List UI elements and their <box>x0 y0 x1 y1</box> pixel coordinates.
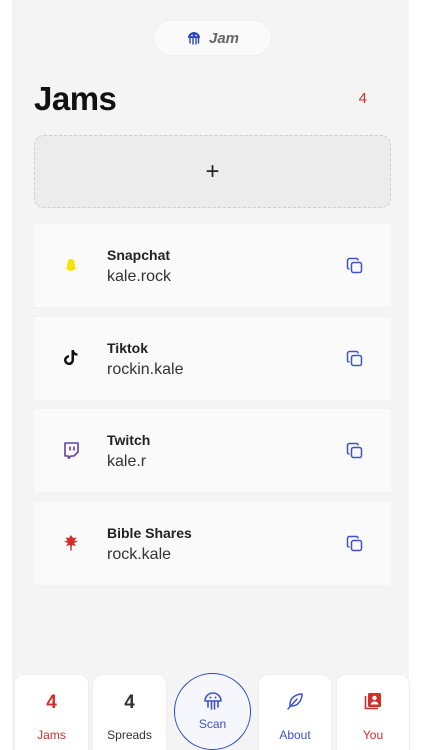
scan-label: Scan <box>198 717 227 731</box>
jam-name: Twitch <box>107 432 151 448</box>
app-badge[interactable]: Jam <box>153 20 272 56</box>
bottom-nav: 4 Jams 4 Spreads About You Scan <box>0 672 422 750</box>
nav-you-label: You <box>362 728 384 742</box>
bible-shares-icon <box>60 532 82 554</box>
feather-icon <box>287 693 303 710</box>
snapchat-icon <box>60 254 82 276</box>
contact-book-icon <box>364 693 381 710</box>
jam-list: Snapchat kale.rock Tiktok rockin.kale Tw… <box>34 224 391 594</box>
copy-icon[interactable] <box>346 350 364 368</box>
nav-spreads-label: Spreads <box>107 728 152 742</box>
nav-spreads[interactable]: 4 Spreads <box>92 674 167 750</box>
nav-you[interactable]: You <box>336 674 410 750</box>
twitch-icon <box>60 439 82 461</box>
nav-about[interactable]: About <box>258 674 332 750</box>
jam-item-bible-shares[interactable]: Bible Shares rock.kale <box>34 501 391 585</box>
jam-handle: rockin.kale <box>107 360 184 378</box>
copy-icon[interactable] <box>346 442 364 460</box>
app-screen: Jam Jams 4 + Snapchat kale.rock Tiktok r… <box>12 0 409 750</box>
app-badge-label: Jam <box>208 29 240 47</box>
jellyfish-icon <box>187 32 200 45</box>
jam-item-tiktok[interactable]: Tiktok rockin.kale <box>34 316 391 400</box>
jam-name: Bible Shares <box>107 524 192 541</box>
nav-jams[interactable]: 4 Jams <box>14 674 89 750</box>
copy-icon[interactable] <box>346 257 364 275</box>
jam-handle: kale.rock <box>107 268 172 285</box>
jam-item-twitch[interactable]: Twitch kale.r <box>34 409 391 492</box>
page-title: Jams <box>34 80 117 117</box>
jam-name: Snapchat <box>107 247 171 263</box>
jam-handle: rock.kale <box>107 545 172 563</box>
add-jam-button[interactable]: + <box>34 135 391 208</box>
nav-about-label: About <box>279 728 311 742</box>
scan-button[interactable]: Scan <box>174 673 251 750</box>
nav-spreads-count: 4 <box>124 692 135 713</box>
jam-name: Tiktok <box>107 339 148 356</box>
jellyfish-icon <box>203 692 222 710</box>
jam-handle: kale.r <box>107 453 147 470</box>
nav-jams-count: 4 <box>46 692 57 713</box>
copy-icon[interactable] <box>346 535 364 553</box>
jam-count: 4 <box>358 90 367 107</box>
jam-item-snapchat[interactable]: Snapchat kale.rock <box>34 224 391 307</box>
plus-icon: + <box>205 157 220 185</box>
nav-jams-label: Jams <box>37 728 66 742</box>
tiktok-icon <box>60 347 82 369</box>
